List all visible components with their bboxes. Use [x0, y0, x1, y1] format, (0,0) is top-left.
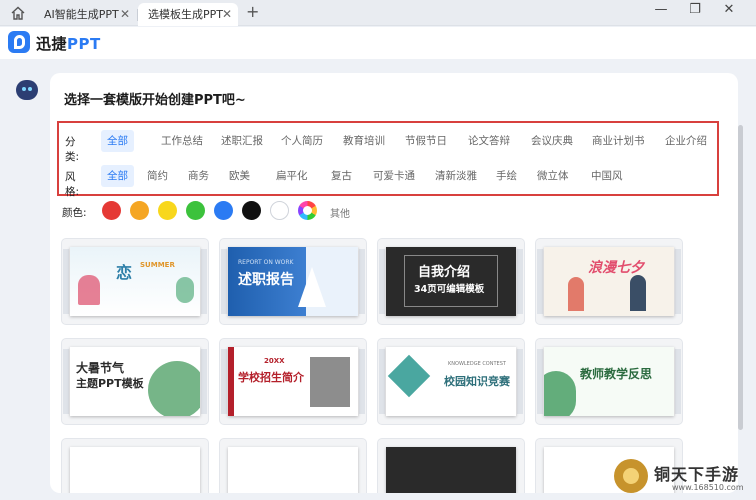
template-title: 校园知识竞赛: [444, 375, 510, 388]
template-subtitle: 20XX: [264, 357, 285, 365]
template-card[interactable]: 自我介绍 34页可编辑模板: [378, 239, 524, 324]
color-filter-row: 颜色: 其他: [62, 201, 462, 223]
style-chip[interactable]: 欧美: [223, 165, 256, 187]
style-chip[interactable]: 扁平化: [270, 165, 314, 187]
template-panel: 选择一套模版开始创建PPT吧~ 分类: 全部 工作总结 述职汇报 个人简历 教育培训 节假…: [50, 73, 738, 493]
category-chip[interactable]: 全部: [101, 130, 134, 152]
template-subtitle: 34页可编辑模板: [414, 284, 485, 295]
template-card[interactable]: 教师教学反思: [536, 339, 682, 424]
style-chip[interactable]: 商务: [182, 165, 215, 187]
category-label: 分类:: [65, 136, 80, 163]
tab-bar: AI智能生成PPT ✕ 选模板生成PPT ✕ + — ❐ ✕: [0, 0, 756, 26]
close-icon[interactable]: ✕: [222, 3, 232, 26]
minimize-icon[interactable]: —: [650, 2, 672, 17]
template-card[interactable]: KNOWLEDGE CONTEST 校园知识竞赛: [378, 339, 524, 424]
template-subtitle: 主题PPT模板: [76, 377, 144, 390]
style-chip[interactable]: 微立体: [531, 165, 575, 187]
category-chip[interactable]: 工作总结: [155, 130, 209, 152]
color-swatch[interactable]: [298, 201, 317, 220]
template-title: 大暑节气: [76, 361, 125, 375]
template-card[interactable]: [378, 439, 524, 493]
style-chip[interactable]: 手绘: [490, 165, 523, 187]
restore-icon[interactable]: ❐: [684, 2, 706, 17]
template-subtitle: REPORT ON WORK: [238, 259, 294, 266]
color-swatch[interactable]: [270, 201, 289, 220]
template-subtitle: SUMMER: [140, 261, 175, 269]
category-chip[interactable]: 节假节日: [399, 130, 453, 152]
template-card[interactable]: REPORT ON WORK 述职报告: [220, 239, 366, 324]
style-chip[interactable]: 可爱卡通: [367, 165, 421, 187]
other-colors-link[interactable]: 其他: [330, 205, 350, 220]
color-swatch[interactable]: [158, 201, 177, 220]
template-card[interactable]: 20XX 学校招生简介: [220, 339, 366, 424]
new-tab-plus-icon[interactable]: +: [246, 2, 259, 21]
template-title: 学校招生简介: [238, 371, 304, 384]
category-chip[interactable]: 企业介绍: [659, 130, 713, 152]
category-chip[interactable]: 教育培训: [337, 130, 391, 152]
tab-label: 选模板生成PPT: [148, 8, 223, 21]
template-title: 教师教学反思: [580, 367, 653, 381]
template-title: 自我介绍: [418, 265, 471, 280]
app-title: 迅捷PPT: [36, 35, 101, 53]
color-label: 颜色:: [62, 207, 87, 219]
color-swatch[interactable]: [130, 201, 149, 220]
template-title: 浪漫七夕: [588, 260, 644, 276]
template-card[interactable]: [62, 439, 208, 493]
tab-label: AI智能生成PPT: [44, 8, 119, 21]
watermark-text: 铜天下手游: [654, 465, 740, 484]
close-icon[interactable]: ✕: [120, 3, 130, 26]
template-card[interactable]: [220, 439, 366, 493]
watermark-url: www.168510.com: [672, 483, 744, 492]
page-title: 选择一套模版开始创建PPT吧~: [64, 93, 246, 108]
scrollbar[interactable]: [738, 125, 743, 430]
style-chip[interactable]: 复古: [325, 165, 358, 187]
category-chip[interactable]: 商业计划书: [586, 130, 651, 152]
color-swatch[interactable]: [242, 201, 261, 220]
watermark: 铜天下手游 www.168510.com: [610, 455, 756, 500]
tab-ai-generate[interactable]: AI智能生成PPT ✕: [34, 3, 138, 26]
style-chip[interactable]: 全部: [101, 165, 134, 187]
category-chip[interactable]: 述职汇报: [215, 130, 269, 152]
template-title: 述职报告: [238, 272, 294, 288]
template-card[interactable]: 恋 SUMMER: [62, 239, 208, 324]
app-logo-icon: [8, 31, 30, 53]
style-chip[interactable]: 简约: [141, 165, 174, 187]
template-card[interactable]: 大暑节气 主题PPT模板: [62, 339, 208, 424]
template-subtitle: KNOWLEDGE CONTEST: [448, 361, 506, 367]
category-chip[interactable]: 论文答辩: [462, 130, 516, 152]
watermark-logo-icon: [614, 459, 648, 493]
color-swatch[interactable]: [214, 201, 233, 220]
tab-template-generate[interactable]: 选模板生成PPT ✕: [138, 3, 238, 26]
style-chip[interactable]: 清新淡雅: [429, 165, 483, 187]
category-chip[interactable]: 个人简历: [275, 130, 329, 152]
style-chip[interactable]: 中国风: [585, 165, 629, 187]
assistant-avatar-icon: [16, 80, 38, 100]
color-swatch[interactable]: [186, 201, 205, 220]
app-header: 迅捷PPT: [0, 27, 756, 59]
category-chip[interactable]: 会议庆典: [525, 130, 579, 152]
filter-box: 分类: 全部 工作总结 述职汇报 个人简历 教育培训 节假节日 论文答辩 会议庆典 商业计划书企…: [57, 121, 719, 198]
color-swatch[interactable]: [102, 201, 121, 220]
template-title: 恋: [116, 263, 133, 282]
window-close-icon[interactable]: ✕: [718, 2, 740, 17]
template-card[interactable]: 浪漫七夕: [536, 239, 682, 324]
home-icon[interactable]: [10, 5, 26, 21]
style-label: 风格:: [65, 171, 80, 198]
